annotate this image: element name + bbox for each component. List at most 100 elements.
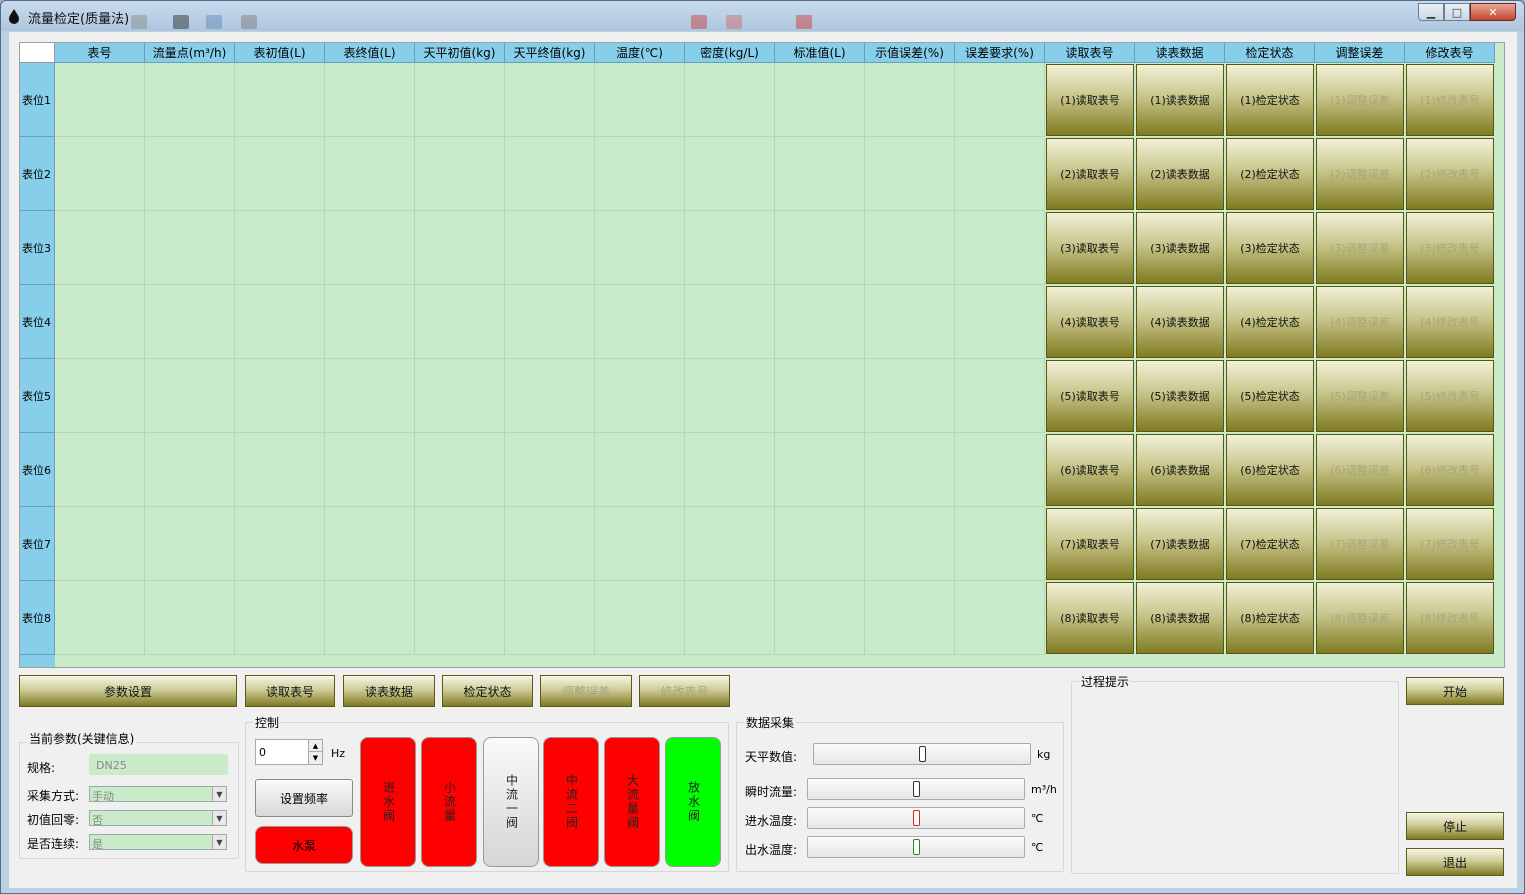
row-4-check-status-button[interactable]: (4)检定状态 — [1226, 286, 1314, 358]
row-1-modify-meter-no-button[interactable]: (1)修改表号 — [1406, 64, 1494, 136]
row-3-adjust-error-button[interactable]: (3)调整误差 — [1316, 212, 1404, 284]
title-bar: 流量检定(质量法) ▁ □ ✕ — [1, 1, 1524, 31]
row-6-modify-meter-no-button[interactable]: (6)修改表号 — [1406, 434, 1494, 506]
row-6-read-meter-data-button[interactable]: (6)读表数据 — [1136, 434, 1224, 506]
row-3-modify-meter-no-button[interactable]: (3)修改表号 — [1406, 212, 1494, 284]
background-toolbar-icon — [691, 15, 707, 29]
valve-4-button[interactable]: 中流二阀 — [543, 737, 599, 867]
grid-line — [55, 284, 1045, 285]
row-7-check-status-button[interactable]: (7)检定状态 — [1226, 508, 1314, 580]
param-settings-button[interactable]: 参数设置 — [19, 675, 237, 707]
row-6-adjust-error-button[interactable]: (6)调整误差 — [1316, 434, 1404, 506]
set-frequency-button[interactable]: 设置频率 — [255, 779, 353, 817]
valve-3-button[interactable]: 中流一阀 — [483, 737, 539, 867]
row-6-read-meter-no-button[interactable]: (6)读取表号 — [1046, 434, 1134, 506]
grid-line — [414, 63, 415, 655]
frequency-input[interactable]: 0 ▲ ▼ — [255, 739, 323, 765]
check-status-button[interactable]: 检定状态 — [442, 675, 533, 707]
row-5-modify-meter-no-button[interactable]: (5)修改表号 — [1406, 360, 1494, 432]
row-4-read-meter-data-button[interactable]: (4)读表数据 — [1136, 286, 1224, 358]
meter-data-grid: 表号 流量点(m³/h) 表初值(L) 表终值(L) 天平初值(kg) 天平终值(kg) 温… — [19, 42, 1505, 668]
row-7-modify-meter-no-button[interactable]: (7)修改表号 — [1406, 508, 1494, 580]
row-8-read-meter-no-button[interactable]: (8)读取表号 — [1046, 582, 1134, 654]
row-2-adjust-error-button[interactable]: (2)调整误差 — [1316, 138, 1404, 210]
row-4-read-meter-no-button[interactable]: (4)读取表号 — [1046, 286, 1134, 358]
valve-2-button[interactable]: 小流量 — [421, 737, 477, 867]
row-header: 表位4 — [20, 285, 55, 359]
row-7-read-meter-data-button[interactable]: (7)读表数据 — [1136, 508, 1224, 580]
read-meter-data-button[interactable]: 读表数据 — [343, 675, 435, 707]
column-header: 标准值(L) — [775, 43, 865, 63]
valve-6-button[interactable]: 放水阀 — [665, 737, 721, 867]
window-title: 流量检定(质量法) — [28, 12, 130, 27]
stop-button[interactable]: 停止 — [1406, 812, 1504, 840]
acquisition-unit: m³/h — [1031, 783, 1057, 796]
pump-button[interactable]: 水泵 — [255, 826, 353, 864]
spin-up-icon[interactable]: ▲ — [308, 740, 322, 752]
read-meter-no-button[interactable]: 读取表号 — [245, 675, 335, 707]
row-header-filler — [20, 655, 55, 667]
background-toolbar-icon — [173, 15, 189, 29]
row-3-check-status-button[interactable]: (3)检定状态 — [1226, 212, 1314, 284]
row-2-read-meter-no-button[interactable]: (2)读取表号 — [1046, 138, 1134, 210]
background-toolbar-icon — [206, 15, 222, 29]
modify-meter-no-button[interactable]: 修改表号 — [639, 675, 730, 707]
start-button[interactable]: 开始 — [1406, 677, 1504, 705]
exit-button[interactable]: 退出 — [1406, 848, 1504, 876]
grid-line — [55, 580, 1045, 581]
row-3-read-meter-no-button[interactable]: (3)读取表号 — [1046, 212, 1134, 284]
acquisition-group-title: 数据采集 — [744, 714, 797, 731]
continuous-select[interactable]: 是 ▼ — [89, 834, 227, 851]
row-5-read-meter-no-button[interactable]: (5)读取表号 — [1046, 360, 1134, 432]
row-7-adjust-error-button[interactable]: (7)调整误差 — [1316, 508, 1404, 580]
column-header: 密度(kg/L) — [685, 43, 775, 63]
row-8-modify-meter-no-button[interactable]: (8)修改表号 — [1406, 582, 1494, 654]
row-6-check-status-button[interactable]: (6)检定状态 — [1226, 434, 1314, 506]
minimize-button[interactable]: ▁ — [1418, 3, 1444, 21]
row-1-adjust-error-button[interactable]: (1)调整误差 — [1316, 64, 1404, 136]
valve-5-button[interactable]: 大流量阀 — [604, 737, 660, 867]
grid-line — [234, 63, 235, 655]
row-5-adjust-error-button[interactable]: (5)调整误差 — [1316, 360, 1404, 432]
main-window: 流量检定(质量法) ▁ □ ✕ 表号 流量点(m³/h) 表初值(L) 表终值(L) 天… — [0, 0, 1525, 894]
row-2-read-meter-data-button[interactable]: (2)读表数据 — [1136, 138, 1224, 210]
column-header: 检定状态 — [1225, 43, 1315, 63]
column-header: 流量点(m³/h) — [145, 43, 235, 63]
adjust-error-button[interactable]: 调整误差 — [540, 675, 632, 707]
row-4-adjust-error-button[interactable]: (4)调整误差 — [1316, 286, 1404, 358]
close-icon: ✕ — [1488, 5, 1498, 19]
gauge-thumb — [913, 781, 920, 797]
row-1-read-meter-no-button[interactable]: (1)读取表号 — [1046, 64, 1134, 136]
grid-line — [55, 358, 1045, 359]
client-area: 表号 流量点(m³/h) 表初值(L) 表终值(L) 天平初值(kg) 天平终值(kg) 温… — [9, 32, 1517, 888]
row-2-check-status-button[interactable]: (2)检定状态 — [1226, 138, 1314, 210]
row-7-read-meter-no-button[interactable]: (7)读取表号 — [1046, 508, 1134, 580]
maximize-button[interactable]: □ — [1444, 3, 1470, 21]
row-8-check-status-button[interactable]: (8)检定状态 — [1226, 582, 1314, 654]
grid-line — [324, 63, 325, 655]
zero-init-select[interactable]: 否 ▼ — [89, 810, 227, 827]
grid-line — [684, 63, 685, 655]
close-button[interactable]: ✕ — [1470, 3, 1516, 21]
background-toolbar-icon — [131, 15, 147, 29]
valve-1-button[interactable]: 进水阀 — [360, 737, 416, 867]
grid-line — [774, 63, 775, 655]
collect-mode-select[interactable]: 手动 ▼ — [89, 786, 227, 803]
row-2-modify-meter-no-button[interactable]: (2)修改表号 — [1406, 138, 1494, 210]
spin-down-icon[interactable]: ▼ — [308, 752, 322, 764]
chevron-down-icon: ▼ — [212, 811, 226, 825]
row-3-read-meter-data-button[interactable]: (3)读表数据 — [1136, 212, 1224, 284]
row-8-adjust-error-button[interactable]: (8)调整误差 — [1316, 582, 1404, 654]
row-8-read-meter-data-button[interactable]: (8)读表数据 — [1136, 582, 1224, 654]
background-toolbar-icon — [241, 15, 257, 29]
row-1-check-status-button[interactable]: (1)检定状态 — [1226, 64, 1314, 136]
row-5-read-meter-data-button[interactable]: (5)读表数据 — [1136, 360, 1224, 432]
background-toolbar-icon — [726, 15, 742, 29]
grid-line — [864, 63, 865, 655]
row-header: 表位6 — [20, 433, 55, 507]
row-5-check-status-button[interactable]: (5)检定状态 — [1226, 360, 1314, 432]
minimize-icon: ▁ — [1426, 5, 1436, 19]
row-4-modify-meter-no-button[interactable]: (4)修改表号 — [1406, 286, 1494, 358]
column-header: 天平初值(kg) — [415, 43, 505, 63]
row-1-read-meter-data-button[interactable]: (1)读表数据 — [1136, 64, 1224, 136]
